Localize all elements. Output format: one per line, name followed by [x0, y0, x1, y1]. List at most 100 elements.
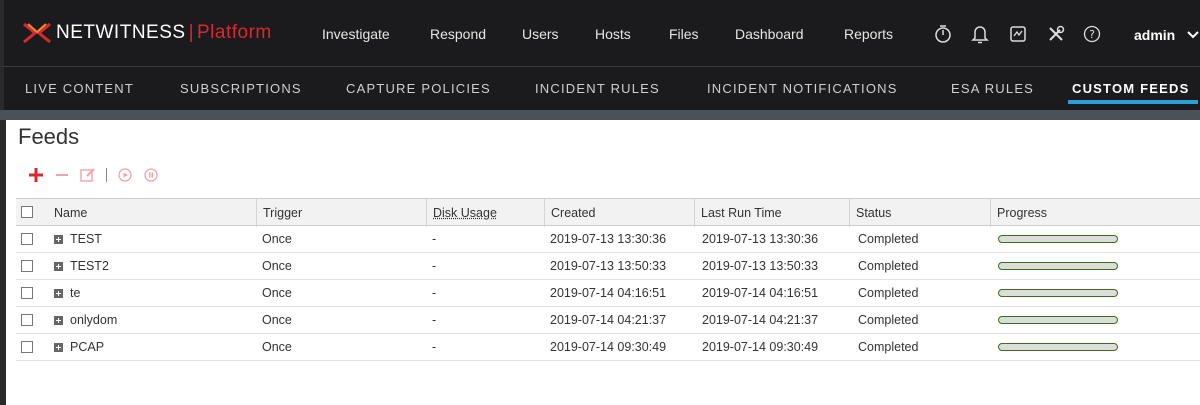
status-cell: Completed	[858, 340, 919, 354]
column-header-created[interactable]: Created	[544, 199, 694, 227]
nav-dashboard[interactable]: Dashboard	[735, 26, 804, 42]
top-nav-bar: NETWITNESS | Platform Investigate Respon…	[0, 0, 1200, 66]
status-cell: Completed	[858, 259, 919, 273]
tab-live-content[interactable]: LIVE CONTENT	[25, 81, 134, 96]
last-run-time-cell: 2019-07-13 13:30:36	[702, 232, 819, 246]
netwitness-logo[interactable]: NETWITNESS | Platform	[22, 20, 272, 46]
status-cell: Completed	[858, 232, 919, 246]
add-icon[interactable]	[28, 167, 44, 183]
trigger-cell: Once	[262, 286, 292, 300]
created-cell: 2019-07-13 13:50:33	[550, 259, 667, 273]
table-row[interactable]: onlydom Once - 2019-07-14 04:21:37 2019-…	[16, 307, 1200, 334]
feed-name-cell: PCAP	[48, 334, 104, 360]
expand-icon[interactable]	[54, 343, 63, 353]
created-cell: 2019-07-14 04:16:51	[550, 286, 667, 300]
active-tab-indicator	[1068, 100, 1198, 104]
expand-icon[interactable]	[54, 289, 63, 299]
tab-esa-rules[interactable]: ESA RULES	[951, 81, 1034, 96]
select-all-checkbox[interactable]	[21, 206, 33, 218]
column-header-last-run-time[interactable]: Last Run Time	[694, 199, 846, 227]
feed-name-cell: TEST2	[48, 253, 109, 279]
feed-name: PCAP	[70, 340, 105, 354]
progress-bar	[998, 289, 1118, 297]
feed-name-cell: TEST	[48, 226, 102, 252]
feeds-toolbar	[28, 166, 169, 184]
brand-separator: |	[188, 22, 194, 43]
column-header-progress[interactable]: Progress	[990, 199, 1200, 227]
tab-incident-notifications[interactable]: INCIDENT NOTIFICATIONS	[707, 81, 898, 96]
user-menu[interactable]: admin	[1134, 27, 1175, 43]
tab-custom-feeds[interactable]: CUSTOM FEEDS	[1072, 81, 1189, 96]
toolbar-divider	[106, 168, 107, 182]
svg-text:?: ?	[1089, 28, 1095, 41]
column-header-disk-usage[interactable]: Disk Usage	[426, 199, 544, 227]
expand-icon[interactable]	[54, 235, 63, 245]
brand-name: NETWITNESS	[56, 22, 186, 43]
table-row[interactable]: TEST2 Once - 2019-07-13 13:50:33 2019-07…	[16, 253, 1200, 280]
product-name: Platform	[197, 22, 272, 43]
table-row[interactable]: PCAP Once - 2019-07-14 09:30:49 2019-07-…	[16, 334, 1200, 361]
tab-subscriptions[interactable]: SUBSCRIPTIONS	[180, 81, 302, 96]
progress-bar	[998, 235, 1118, 243]
feed-name-cell: te	[48, 280, 80, 306]
row-checkbox[interactable]	[21, 341, 33, 353]
bell-icon[interactable]	[969, 23, 991, 45]
feed-name: onlydom	[70, 313, 118, 327]
column-header-trigger[interactable]: Trigger	[256, 199, 424, 227]
status-cell: Completed	[858, 313, 919, 327]
created-cell: 2019-07-14 04:21:37	[550, 313, 667, 327]
stopwatch-icon[interactable]	[932, 23, 954, 45]
row-checkbox[interactable]	[21, 314, 33, 326]
chevron-down-icon[interactable]	[1187, 31, 1199, 39]
feed-name: te	[70, 286, 81, 300]
created-cell: 2019-07-13 13:30:36	[550, 232, 667, 246]
netwitness-x-icon	[23, 22, 51, 44]
trigger-cell: Once	[262, 259, 292, 273]
row-checkbox[interactable]	[21, 287, 33, 299]
last-run-time-cell: 2019-07-13 13:50:33	[702, 259, 819, 273]
table-header: Name Trigger Disk Usage Created Last Run…	[16, 198, 1200, 227]
help-icon[interactable]: ?	[1081, 23, 1103, 45]
admin-sub-nav: LIVE CONTENT SUBSCRIPTIONS CAPTURE POLIC…	[0, 66, 1200, 110]
remove-icon[interactable]	[54, 167, 70, 183]
nav-users[interactable]: Users	[522, 26, 559, 42]
progress-bar	[998, 343, 1118, 351]
progress-bar	[998, 316, 1118, 324]
nav-respond[interactable]: Respond	[430, 26, 486, 42]
last-run-time-cell: 2019-07-14 04:21:37	[702, 313, 819, 327]
status-cell: Completed	[858, 286, 919, 300]
column-header-status[interactable]: Status	[849, 199, 989, 227]
created-cell: 2019-07-14 09:30:49	[550, 340, 667, 354]
column-header-name[interactable]: Name	[48, 199, 87, 227]
play-icon[interactable]	[117, 167, 133, 183]
feed-name-cell: onlydom	[48, 307, 117, 333]
expand-icon[interactable]	[54, 262, 63, 272]
row-checkbox[interactable]	[21, 233, 33, 245]
nav-files[interactable]: Files	[669, 26, 699, 42]
disk-usage-cell: -	[432, 232, 437, 246]
edit-icon[interactable]	[80, 167, 96, 183]
nav-investigate[interactable]: Investigate	[322, 26, 390, 42]
expand-icon[interactable]	[54, 316, 63, 326]
feeds-panel: Feeds Name Trigger Disk Usage Created La…	[0, 120, 1200, 405]
progress-bar	[998, 262, 1118, 270]
trigger-cell: Once	[262, 340, 292, 354]
table-row[interactable]: te Once - 2019-07-14 04:16:51 2019-07-14…	[16, 280, 1200, 307]
row-checkbox[interactable]	[21, 260, 33, 272]
disk-usage-cell: -	[432, 313, 437, 327]
last-run-time-cell: 2019-07-14 04:16:51	[702, 286, 819, 300]
nav-hosts[interactable]: Hosts	[595, 26, 631, 42]
tools-icon[interactable]	[1045, 23, 1067, 45]
disk-usage-cell: -	[432, 259, 437, 273]
pause-icon[interactable]	[143, 167, 159, 183]
nav-reports[interactable]: Reports	[844, 26, 893, 42]
page-title: Feeds	[18, 124, 80, 149]
system-icon[interactable]	[1007, 23, 1029, 45]
table-body: TEST Once - 2019-07-13 13:30:36 2019-07-…	[16, 226, 1200, 361]
tab-capture-policies[interactable]: CAPTURE POLICIES	[346, 81, 491, 96]
feed-name: TEST	[70, 232, 102, 246]
last-run-time-cell: 2019-07-14 09:30:49	[702, 340, 819, 354]
table-row[interactable]: TEST Once - 2019-07-13 13:30:36 2019-07-…	[16, 226, 1200, 253]
disk-usage-cell: -	[432, 286, 437, 300]
tab-incident-rules[interactable]: INCIDENT RULES	[535, 81, 660, 96]
